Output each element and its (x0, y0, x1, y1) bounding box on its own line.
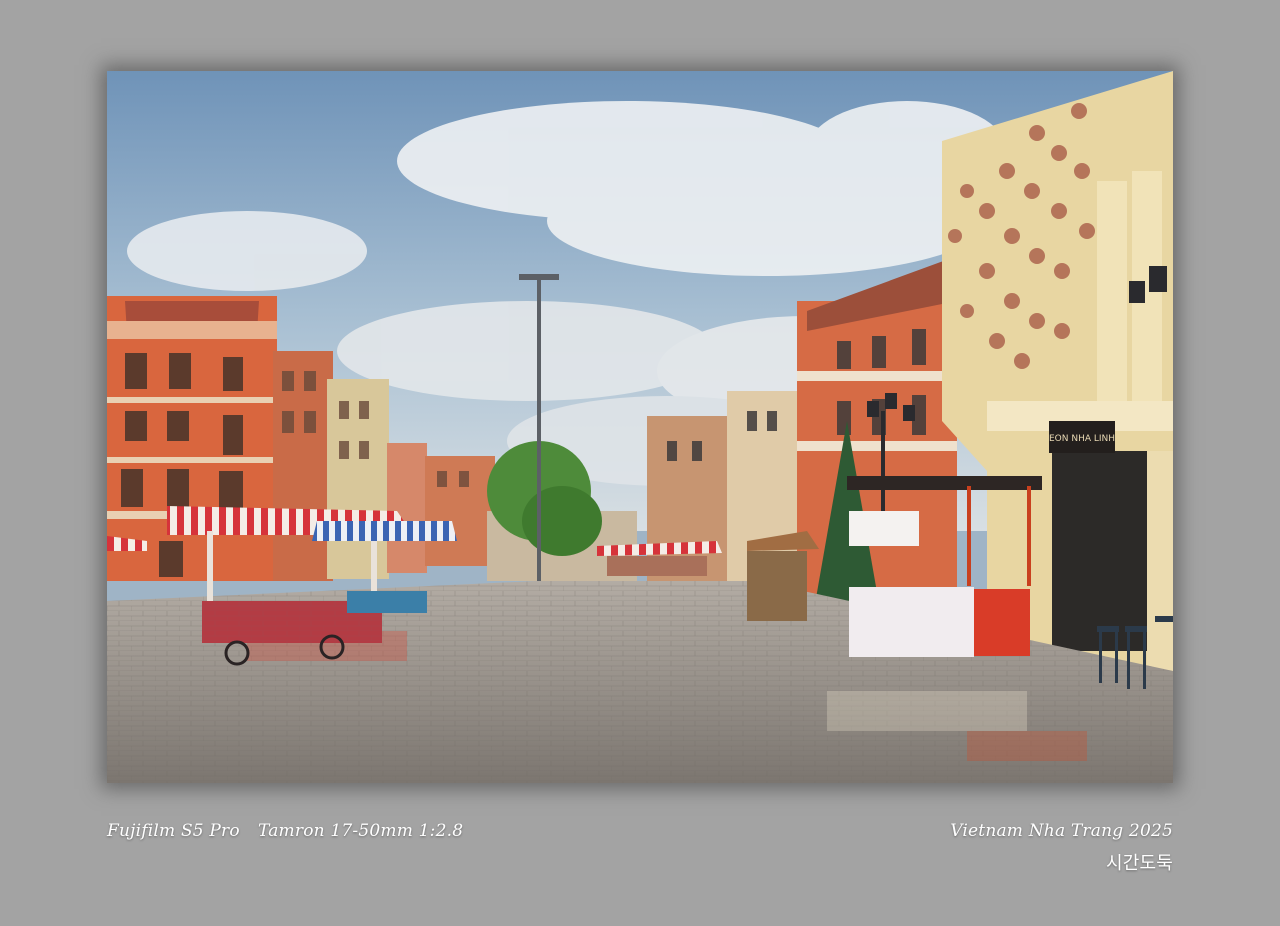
shop-sign-text: EON NHA LINH (1049, 434, 1115, 444)
camera-caption: Fujifilm S5 Pro (107, 821, 240, 841)
street-scene-photo: EON NHA LINH (107, 71, 1173, 783)
lens-caption: Tamron 17-50mm 1:2.8 (258, 821, 464, 841)
author-caption: 시간도둑 (1105, 853, 1173, 874)
location-caption: Vietnam Nha Trang 2025 (950, 821, 1173, 841)
photo: EON NHA LINH (107, 71, 1173, 783)
